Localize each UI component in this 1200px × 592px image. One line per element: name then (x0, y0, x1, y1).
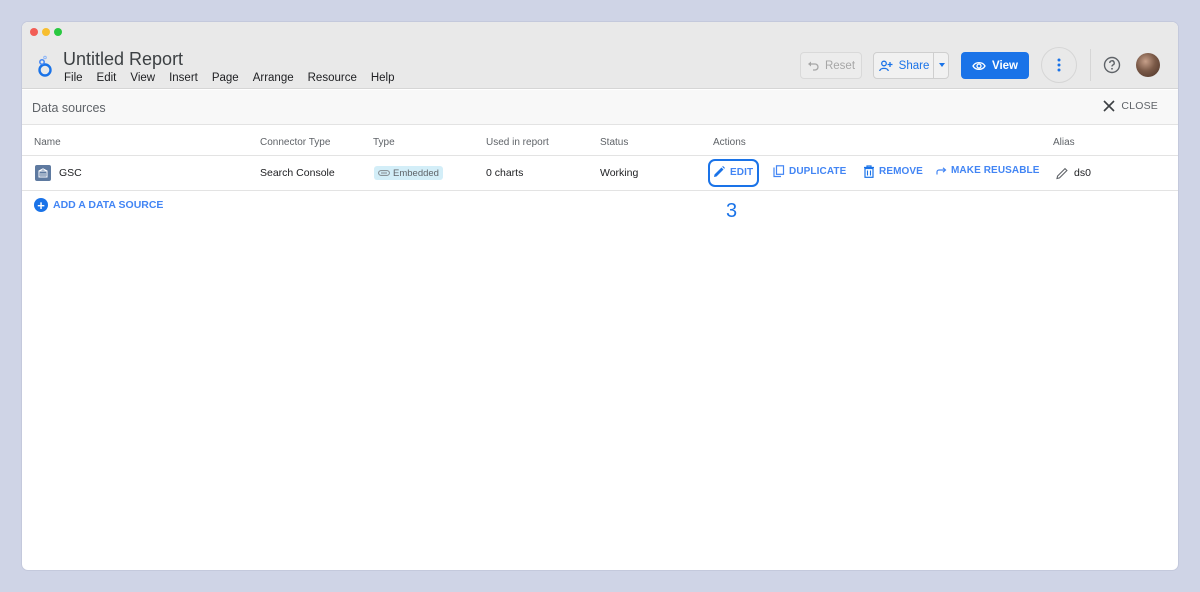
alias-value[interactable]: ds0 (1074, 167, 1091, 179)
title-bar: Untitled Report File Edit View Insert Pa… (22, 22, 1178, 89)
duplicate-label: DUPLICATE (789, 166, 847, 177)
maximize-window-button[interactable] (54, 28, 62, 36)
table-row: GSC Search Console Embedded 0 charts Wor… (22, 156, 1178, 191)
trash-icon (864, 165, 874, 178)
close-label: CLOSE (1121, 100, 1158, 112)
menu-arrange[interactable]: Arrange (253, 72, 294, 84)
step-number-annotation: 3 (726, 200, 738, 222)
header-actions: Actions (713, 137, 746, 148)
add-data-source-label: ADD A DATA SOURCE (53, 199, 164, 211)
toolbar-divider (1090, 49, 1091, 81)
copy-icon (773, 165, 785, 178)
app-window: Untitled Report File Edit View Insert Pa… (22, 22, 1178, 570)
menu-bar: File Edit View Insert Page Arrange Resou… (64, 72, 409, 84)
header-connector-type: Connector Type (260, 137, 331, 148)
connector-type: Search Console (260, 167, 335, 179)
type-label: Embedded (393, 167, 439, 179)
table-header-row: Name Connector Type Type Used in report … (22, 126, 1178, 156)
user-avatar[interactable] (1136, 53, 1160, 77)
status-text: Working (600, 167, 639, 179)
menu-page[interactable]: Page (212, 72, 239, 84)
window-controls (30, 28, 62, 36)
help-icon[interactable] (1103, 56, 1121, 74)
share-label: Share (898, 59, 930, 72)
undo-icon (807, 61, 819, 71)
type-badge: Embedded (374, 166, 443, 180)
edit-alias-pencil-icon[interactable] (1055, 166, 1069, 180)
duplicate-button[interactable]: DUPLICATE (773, 165, 846, 178)
more-vertical-icon (1057, 58, 1061, 72)
close-panel-button[interactable]: CLOSE (1103, 100, 1158, 112)
menu-view[interactable]: View (130, 72, 155, 84)
pencil-icon (714, 166, 725, 177)
search-console-icon (35, 165, 51, 181)
close-icon (1103, 100, 1115, 112)
view-label: View (992, 59, 1018, 72)
reset-label: Reset (824, 59, 856, 72)
data-source-name[interactable]: GSC (59, 167, 82, 179)
data-sources-table: Name Connector Type Type Used in report … (22, 126, 1178, 191)
make-reusable-label: MAKE REUSABLE (951, 165, 1040, 176)
share-dropdown-caret-icon[interactable] (939, 63, 945, 67)
make-reusable-button[interactable]: MAKE REUSABLE (936, 165, 1040, 176)
report-title[interactable]: Untitled Report (63, 49, 183, 70)
remove-label: REMOVE (879, 166, 923, 177)
menu-file[interactable]: File (64, 72, 83, 84)
share-divider (933, 53, 934, 78)
edit-label: EDIT (730, 166, 754, 178)
link-icon (378, 170, 390, 176)
menu-resource[interactable]: Resource (308, 72, 357, 84)
add-data-source-button[interactable]: + ADD A DATA SOURCE (34, 198, 163, 212)
minimize-window-button[interactable] (42, 28, 50, 36)
used-in-report: 0 charts (486, 167, 524, 179)
more-options-button[interactable] (1041, 47, 1077, 83)
panel-title: Data sources (32, 101, 106, 115)
data-sources-panel-header: Data sources CLOSE (22, 90, 1178, 125)
reset-button[interactable]: Reset (800, 52, 862, 79)
looker-studio-logo-icon (38, 55, 52, 77)
share-button[interactable]: Share (873, 52, 949, 79)
header-type: Type (373, 137, 395, 148)
header-name: Name (34, 137, 61, 148)
edit-button[interactable]: EDIT (712, 165, 753, 179)
view-button[interactable]: View (961, 52, 1029, 79)
header-alias: Alias (1053, 137, 1075, 148)
add-circle-icon: + (34, 198, 48, 212)
remove-button[interactable]: REMOVE (863, 165, 923, 178)
menu-edit[interactable]: Edit (97, 72, 117, 84)
eye-icon (972, 61, 986, 70)
close-window-button[interactable] (30, 28, 38, 36)
header-status: Status (600, 137, 629, 148)
menu-help[interactable]: Help (371, 72, 395, 84)
forward-arrow-icon (936, 166, 947, 174)
add-person-icon (878, 60, 893, 71)
menu-insert[interactable]: Insert (169, 72, 198, 84)
header-used-in-report: Used in report (486, 137, 549, 148)
